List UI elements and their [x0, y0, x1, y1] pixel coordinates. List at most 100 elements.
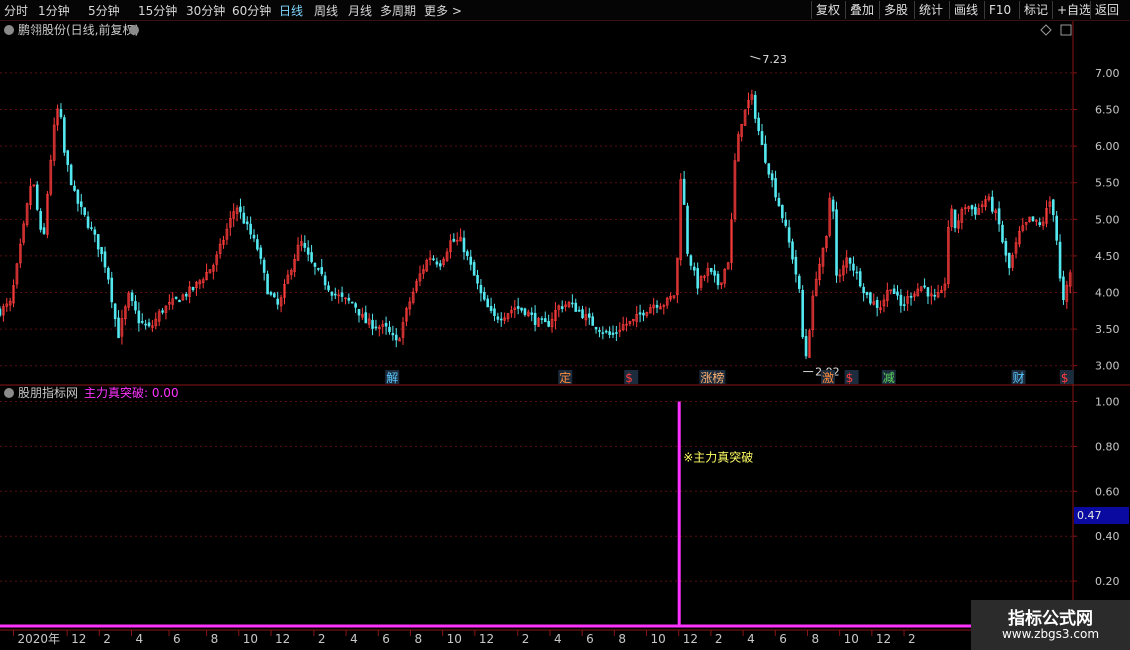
candle-body: [306, 247, 310, 255]
candle-body: [130, 292, 134, 302]
candle-body: [73, 185, 76, 191]
indicator-ytick-label: 0.80: [1095, 440, 1120, 453]
event-label: 减: [883, 371, 895, 385]
candle-body: [784, 219, 788, 226]
candle-body: [933, 294, 937, 297]
x-tick-label: 4: [350, 632, 358, 646]
indicator-menu-icon[interactable]: [4, 388, 14, 398]
candle-body: [476, 274, 479, 284]
candle-body: [1007, 252, 1011, 269]
candle-body: [804, 336, 808, 357]
candle-body: [764, 143, 767, 163]
event-label: $: [1061, 371, 1069, 385]
candles: [0, 89, 1072, 360]
candle-body: [587, 313, 591, 318]
candle-body: [1055, 215, 1058, 241]
candle-body: [76, 189, 80, 204]
candle-body: [598, 330, 601, 332]
candle-body: [1038, 222, 1042, 226]
candle-body: [923, 285, 926, 288]
candle-body: [571, 302, 574, 305]
diamond-icon[interactable]: [1040, 24, 1052, 36]
candle-body: [496, 316, 500, 320]
x-tick-label: 6: [586, 632, 594, 646]
candle-body: [970, 205, 974, 210]
candle-body: [493, 308, 496, 316]
candle-body: [638, 312, 642, 315]
event-label: 财: [1012, 371, 1024, 385]
candle-body: [245, 221, 249, 225]
candle-body: [86, 216, 90, 228]
candle-body: [787, 227, 791, 243]
candle-body: [1062, 276, 1065, 301]
x-axis: 2020年 12 2 4 6 8 10 12 2 4 6 8 10 12 2 4 6 8 10 12 2 4 6 8 10 12 2: [12, 630, 916, 646]
candle-body: [604, 330, 608, 333]
candle-body: [256, 239, 259, 250]
candle-body: [374, 326, 378, 329]
candle-body: [483, 291, 486, 300]
candle-body: [438, 263, 442, 267]
candle-body: [63, 117, 66, 153]
event-labels: 解 定 $ 涨榜 激 $ 减 财 $: [385, 370, 1074, 385]
candle-body: [777, 198, 781, 207]
candle-body: [577, 309, 581, 312]
main-ytick-label: 3.00: [1095, 360, 1120, 373]
x-tick-label: 2: [522, 632, 530, 646]
candle-body: [530, 312, 534, 315]
main-menu-icon[interactable]: [4, 25, 14, 35]
x-tick-label: 10: [651, 632, 666, 646]
candle-body: [852, 263, 855, 271]
main-ytick-label: 5.00: [1095, 213, 1120, 226]
chart-canvas: 3.00 3.50 4.00 4.50 5.00 5.50 6.00 6.50 7.00 7.2…: [0, 21, 1130, 646]
candle-body: [79, 201, 83, 207]
x-tick-label: 12: [683, 632, 698, 646]
x-tick-label: 2: [715, 632, 723, 646]
main-ytick-label: 4.50: [1095, 250, 1120, 263]
x-tick-label: 10: [844, 632, 859, 646]
event-label: 涨榜: [700, 370, 724, 385]
candle-body: [547, 321, 550, 327]
candle-body: [523, 308, 527, 315]
candle-body: [696, 268, 699, 289]
candle-body: [371, 320, 374, 329]
candle-body: [350, 301, 354, 304]
candle-body: [892, 288, 896, 294]
candle-body: [317, 268, 320, 270]
main-ytick-label: 3.50: [1095, 323, 1120, 336]
candle-body: [543, 318, 547, 323]
indicator-bars: [0, 401, 1130, 628]
window-toggle-icon[interactable]: [1060, 24, 1072, 36]
main-chart-title: 鹏翎股份(日线,前复权): [18, 22, 139, 37]
candle-body: [0, 308, 2, 316]
candle-body: [716, 273, 720, 286]
candle-body: [323, 275, 327, 286]
candle-body: [713, 270, 716, 276]
main-ytick-label: 7.00: [1095, 67, 1120, 80]
candle-body: [83, 207, 86, 215]
candle-body: [100, 246, 103, 255]
candle-body: [896, 291, 899, 296]
candle-body: [327, 285, 330, 291]
candle-body: [107, 267, 110, 280]
watermark-url: www.zbgs3.com: [1001, 627, 1100, 641]
title-dropdown-icon[interactable]: [129, 25, 139, 35]
candle-body: [313, 263, 317, 267]
main-ytick-label: 5.50: [1095, 177, 1120, 190]
candle-body: [239, 206, 242, 213]
candle-body: [848, 258, 852, 264]
candle-body: [855, 271, 859, 274]
event-label: 激: [822, 371, 834, 385]
candle-body: [144, 323, 147, 326]
x-tick-label: 8: [414, 632, 422, 646]
candle-body: [252, 234, 256, 239]
candle-body: [1001, 224, 1004, 243]
candle-body: [39, 211, 42, 230]
candle-body: [69, 164, 73, 186]
x-tick-label: 12: [275, 632, 290, 646]
candle-body: [831, 199, 835, 212]
main-ytick-label: 4.00: [1095, 287, 1120, 300]
candle-body: [333, 293, 337, 296]
candle-body: [560, 306, 564, 309]
candle-body: [96, 234, 100, 250]
indicator-grid: [0, 400, 1073, 582]
